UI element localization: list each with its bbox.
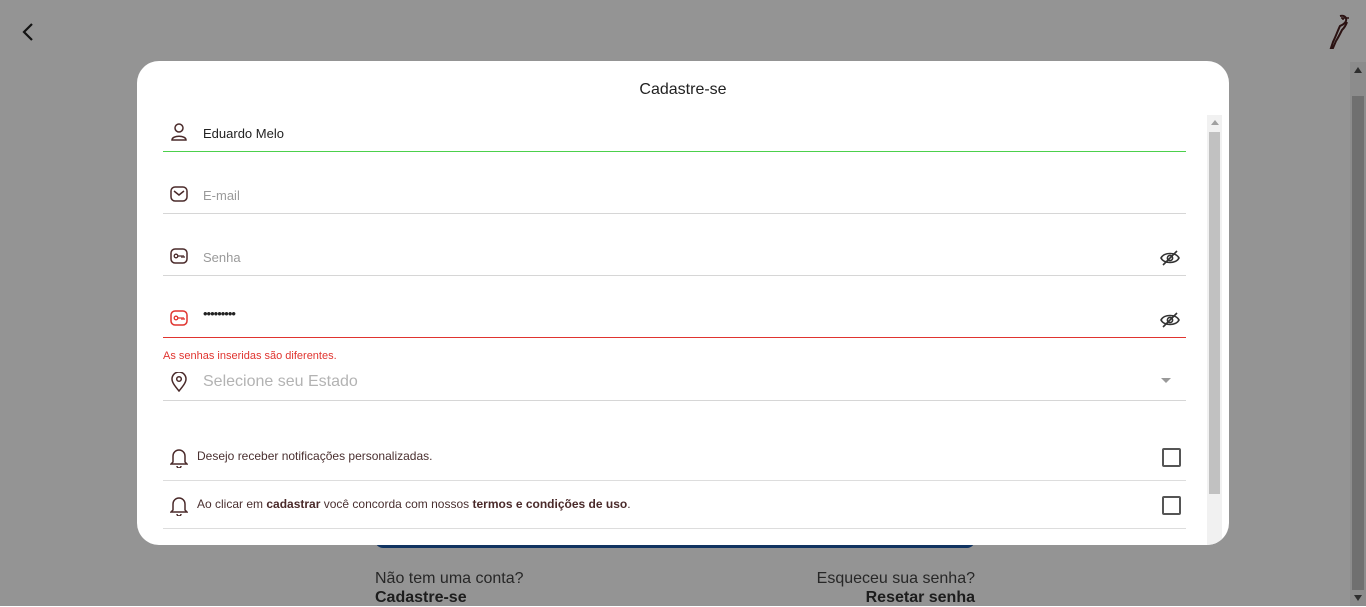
modal-title: Cadastre-se	[639, 81, 727, 98]
mail-icon	[169, 184, 189, 204]
key-icon	[169, 308, 189, 328]
bell-icon	[169, 495, 189, 517]
terms-middle: você concorda com nossos	[320, 497, 473, 511]
confirm-password-input[interactable]: •••••••••	[203, 306, 1103, 326]
terms-row: Ao clicar em cadastrar você concorda com…	[163, 481, 1186, 529]
modal-scroll-thumb[interactable]	[1209, 132, 1220, 494]
state-select[interactable]: Selecione seu Estado	[163, 363, 1186, 401]
password-mismatch-error: As senhas inseridas são diferentes.	[163, 350, 337, 362]
modal-scroll-up-button[interactable]	[1207, 115, 1222, 129]
name-input[interactable]	[203, 123, 1103, 143]
notifications-checkbox[interactable]	[1162, 448, 1181, 467]
signup-modal: Cadastre-se Eduardo Melo E-mail ••••••••…	[137, 61, 1229, 545]
terms-label: Ao clicar em cadastrar você concorda com…	[197, 497, 631, 511]
key-icon	[169, 246, 189, 266]
terms-checkbox[interactable]	[1162, 496, 1181, 515]
name-field	[163, 115, 1186, 152]
location-pin-icon	[169, 372, 189, 392]
chevron-down-icon	[1161, 378, 1171, 383]
email-field	[163, 177, 1186, 214]
notifications-row: Desejo receber notificações personalizad…	[163, 433, 1186, 481]
terms-link[interactable]: termos e condições de uso	[472, 497, 627, 511]
toggle-confirm-password-visibility-button[interactable]	[1159, 310, 1181, 330]
eye-off-icon	[1160, 250, 1180, 266]
confirm-password-field: •••••••••	[163, 301, 1186, 338]
user-icon	[169, 122, 189, 142]
state-select-placeholder: Selecione seu Estado	[203, 373, 358, 390]
toggle-password-visibility-button[interactable]	[1159, 248, 1181, 268]
email-input[interactable]	[203, 185, 1103, 205]
bell-icon	[169, 447, 189, 469]
password-field	[163, 239, 1186, 276]
password-input[interactable]	[203, 247, 1103, 267]
terms-prefix: Ao clicar em	[197, 497, 267, 511]
notifications-label: Desejo receber notificações personalizad…	[197, 449, 433, 463]
signup-form: ••••••••• As senhas inseridas são difere…	[163, 115, 1186, 545]
terms-suffix: .	[627, 497, 631, 511]
eye-off-icon	[1160, 312, 1180, 328]
terms-cadastrar: cadastrar	[266, 497, 321, 511]
